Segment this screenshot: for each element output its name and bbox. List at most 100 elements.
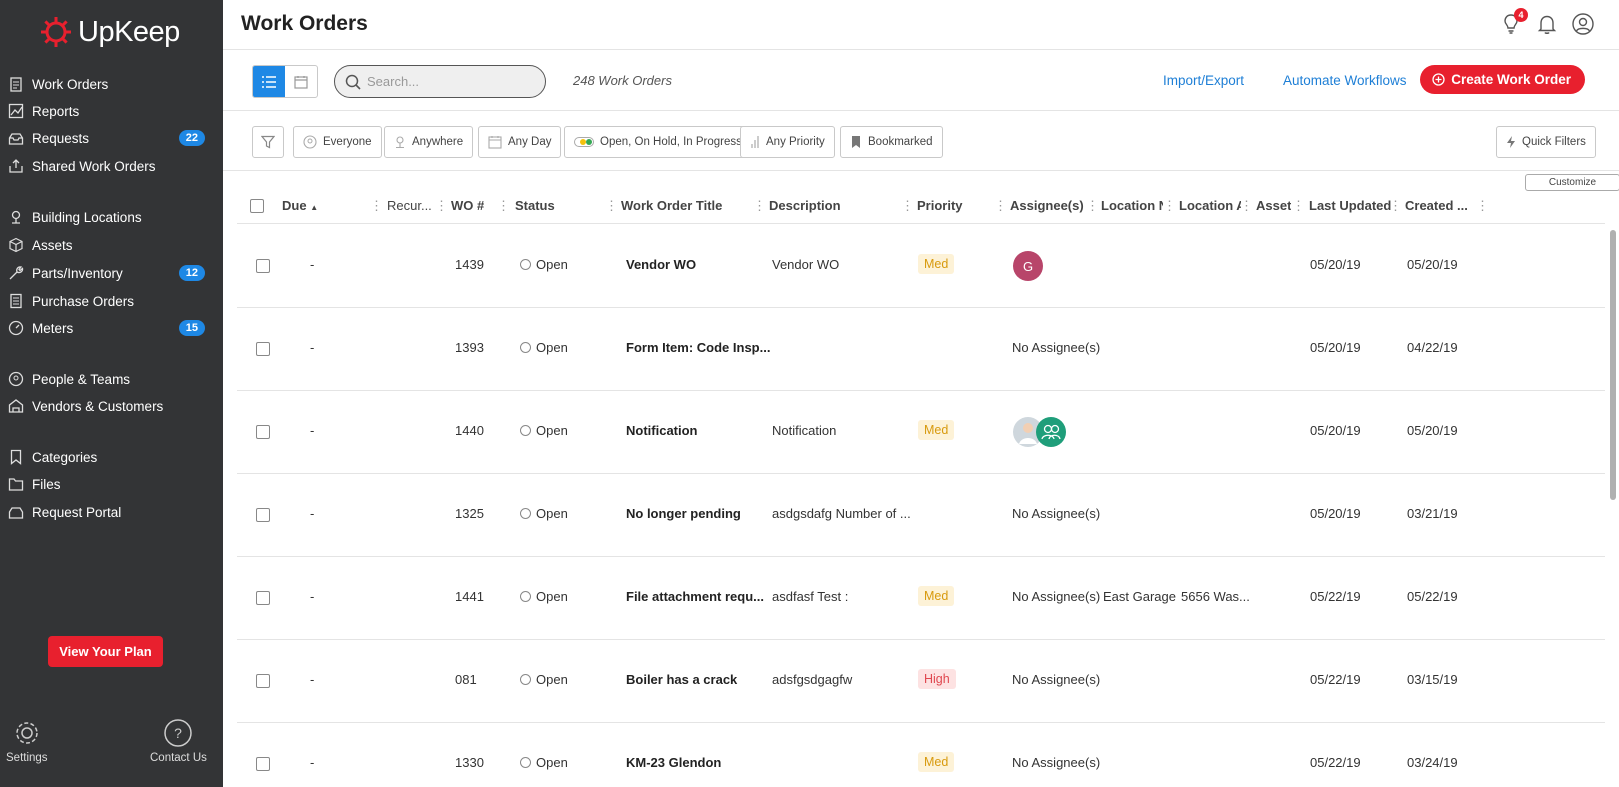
- view-toggle: [252, 65, 318, 98]
- column-header-recurrence[interactable]: Recur...: [387, 198, 433, 213]
- calendar-view-button[interactable]: [285, 66, 317, 97]
- table-row[interactable]: - 1440 Open Notification Notification Me…: [237, 391, 1605, 474]
- title-cell[interactable]: Form Item: Code Insp...: [626, 340, 770, 355]
- table-row[interactable]: - 1441 Open File attachment requ... asdf…: [237, 557, 1605, 640]
- team-avatar[interactable]: [1036, 417, 1066, 447]
- funnel-icon: [261, 135, 275, 149]
- select-all-checkbox[interactable]: [250, 199, 264, 213]
- wo-number-cell: 1325: [455, 506, 484, 521]
- sidebar-item-categories[interactable]: Categories: [0, 445, 223, 469]
- column-menu-icon[interactable]: ⋮: [1389, 198, 1402, 214]
- list-icon: [262, 75, 276, 88]
- view-your-plan-button[interactable]: View Your Plan: [48, 636, 163, 667]
- row-checkbox[interactable]: [256, 259, 270, 273]
- sidebar-item-meters[interactable]: Meters 15: [0, 316, 223, 340]
- table-row[interactable]: - 081 Open Boiler has a crack adsfgsdgag…: [237, 640, 1605, 723]
- priority-filter[interactable]: Any Priority: [740, 126, 835, 158]
- sidebar-item-requests[interactable]: Requests 22: [0, 126, 223, 150]
- column-menu-icon[interactable]: ⋮: [497, 198, 510, 214]
- filter-button[interactable]: [252, 126, 284, 158]
- sidebar-item-people-teams[interactable]: People & Teams: [0, 367, 223, 391]
- create-work-order-button[interactable]: Create Work Order: [1420, 65, 1585, 94]
- column-menu-icon[interactable]: ⋮: [1163, 198, 1176, 214]
- row-checkbox[interactable]: [256, 591, 270, 605]
- column-header-priority[interactable]: Priority: [917, 198, 963, 213]
- row-checkbox[interactable]: [256, 425, 270, 439]
- table-row[interactable]: - 1439 Open Vendor WO Vendor WO Med G 05…: [237, 225, 1605, 308]
- sidebar-item-work-orders[interactable]: Work Orders: [0, 72, 223, 96]
- title-cell[interactable]: File attachment requ...: [626, 589, 764, 604]
- sidebar-item-request-portal[interactable]: Request Portal: [0, 500, 223, 524]
- column-menu-icon[interactable]: ⋮: [1240, 198, 1253, 214]
- column-header-location-address[interactable]: Location A: [1179, 198, 1241, 213]
- table-scrollbar[interactable]: [1610, 230, 1616, 500]
- column-header-description[interactable]: Description: [769, 198, 841, 213]
- title-cell[interactable]: KM-23 Glendon: [626, 755, 721, 770]
- column-menu-icon[interactable]: ⋮: [1292, 198, 1305, 214]
- column-menu-icon[interactable]: ⋮: [994, 198, 1007, 214]
- column-header-asset[interactable]: Asset: [1256, 198, 1291, 213]
- row-checkbox[interactable]: [256, 508, 270, 522]
- column-header-title[interactable]: Work Order Title: [621, 198, 722, 213]
- search-input[interactable]: [367, 74, 527, 89]
- sidebar-item-files[interactable]: Files: [0, 472, 223, 496]
- date-filter[interactable]: Any Day: [478, 126, 562, 158]
- title-cell[interactable]: Notification: [626, 423, 698, 438]
- column-menu-icon[interactable]: ⋮: [605, 198, 618, 214]
- title-cell[interactable]: Vendor WO: [626, 257, 696, 272]
- table-row[interactable]: - 1330 Open KM-23 Glendon Med No Assigne…: [237, 723, 1605, 787]
- table-row[interactable]: - 1393 Open Form Item: Code Insp... No A…: [237, 308, 1605, 391]
- notifications-button[interactable]: [1535, 12, 1559, 36]
- settings-button[interactable]: Settings: [6, 718, 48, 764]
- column-menu-icon[interactable]: ⋮: [1476, 198, 1489, 214]
- column-header-status[interactable]: Status: [515, 198, 555, 213]
- sidebar-item-purchase-orders[interactable]: Purchase Orders: [0, 289, 223, 313]
- bookmarked-filter[interactable]: Bookmarked: [840, 126, 943, 158]
- status-filter[interactable]: Open, On Hold, In Progress: [564, 126, 752, 158]
- sidebar-item-shared-work-orders[interactable]: Shared Work Orders: [0, 154, 223, 178]
- quick-filters-button[interactable]: Quick Filters: [1496, 126, 1596, 158]
- title-cell[interactable]: No longer pending: [626, 506, 741, 521]
- column-menu-icon[interactable]: ⋮: [370, 198, 383, 214]
- title-cell[interactable]: Boiler has a crack: [626, 672, 737, 687]
- status-open-icon: [520, 259, 531, 270]
- sidebar-item-reports[interactable]: Reports: [0, 99, 223, 123]
- upkeep-logo[interactable]: UpKeep: [38, 14, 180, 50]
- header-bar: Work Orders 4: [223, 0, 1619, 50]
- column-header-wo-number[interactable]: WO #: [451, 198, 484, 213]
- assignee-avatar[interactable]: G: [1013, 251, 1043, 281]
- sidebar-item-building-locations[interactable]: Building Locations: [0, 205, 223, 229]
- column-header-due[interactable]: Due ▲: [282, 198, 318, 213]
- column-header-last-updated[interactable]: Last Updated: [1309, 198, 1391, 213]
- contact-us-button[interactable]: ? Contact Us: [150, 718, 207, 764]
- table-row[interactable]: - 1325 Open No longer pending asdgsdafg …: [237, 474, 1605, 557]
- sidebar-item-vendors-customers[interactable]: Vendors & Customers: [0, 394, 223, 418]
- column-menu-icon[interactable]: ⋮: [901, 198, 914, 214]
- sidebar-item-label: Parts/Inventory: [32, 265, 123, 281]
- column-menu-icon[interactable]: ⋮: [753, 198, 766, 214]
- last-updated-cell: 05/22/19: [1310, 755, 1361, 770]
- description-cell: asdfasf Test :: [772, 589, 849, 604]
- import-export-link[interactable]: Import/Export: [1163, 73, 1244, 88]
- column-menu-icon[interactable]: ⋮: [435, 198, 448, 214]
- status-toggle-icon: [574, 137, 594, 147]
- row-checkbox[interactable]: [256, 674, 270, 688]
- column-header-location-name[interactable]: Location N: [1101, 198, 1163, 213]
- list-view-button[interactable]: [253, 66, 285, 97]
- due-cell: -: [310, 589, 315, 604]
- row-checkbox[interactable]: [256, 757, 270, 771]
- lightbulb-button[interactable]: 4: [1499, 8, 1528, 36]
- user-avatar-icon: [1572, 13, 1594, 35]
- wo-number-cell: 081: [455, 672, 477, 687]
- column-header-assignees[interactable]: Assignee(s): [1010, 198, 1084, 213]
- sidebar-item-parts-inventory[interactable]: Parts/Inventory 12: [0, 261, 223, 285]
- assignee-filter[interactable]: Everyone: [293, 126, 382, 158]
- column-header-created[interactable]: Created ...: [1405, 198, 1467, 213]
- location-filter[interactable]: Anywhere: [384, 126, 474, 158]
- row-checkbox[interactable]: [256, 342, 270, 356]
- sidebar-item-assets[interactable]: Assets: [0, 233, 223, 257]
- automate-workflows-link[interactable]: Automate Workflows: [1283, 73, 1407, 88]
- profile-button[interactable]: [1571, 12, 1595, 36]
- column-menu-icon[interactable]: ⋮: [1086, 198, 1099, 214]
- team-icon: [1041, 424, 1061, 440]
